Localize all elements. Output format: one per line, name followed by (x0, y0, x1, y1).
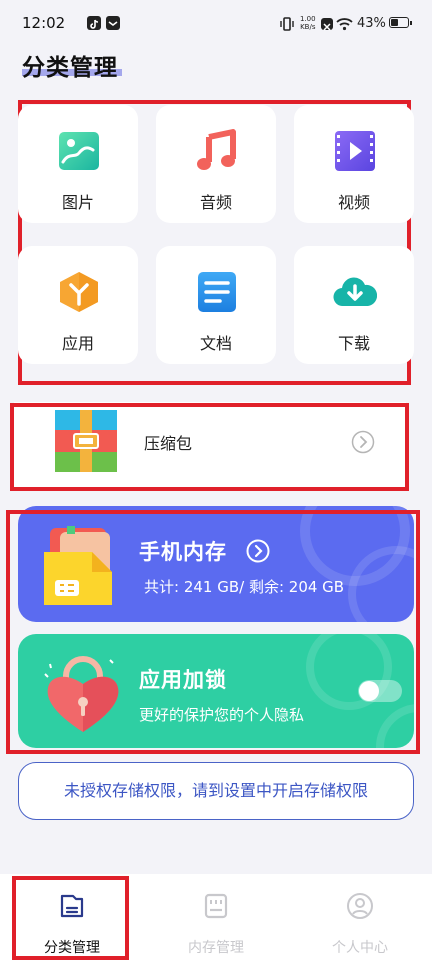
archive-highlight (10, 403, 409, 491)
category-label: 文档 (199, 334, 232, 353)
tab-label: 内存管理 (188, 940, 244, 956)
category-label: 图片 (61, 193, 94, 212)
category-images[interactable]: 图片 (18, 105, 138, 223)
image-icon (59, 132, 99, 170)
battery-icon (389, 17, 412, 28)
network-speed: 1.00 KB/s (300, 15, 316, 31)
battery-percent: 43% (357, 16, 386, 31)
tab-label: 个人中心 (332, 940, 388, 956)
permission-notice-button[interactable]: 未授权存储权限，请到设置中开启存储权限 (18, 762, 414, 820)
category-video[interactable]: 视频 (294, 105, 414, 223)
category-apps[interactable]: 应用 (18, 246, 138, 364)
music-note-icon (197, 129, 236, 170)
video-icon (335, 131, 375, 171)
tiktok-notification-icon (87, 16, 101, 30)
message-notification-icon (106, 16, 120, 30)
category-audio[interactable]: 音频 (156, 105, 276, 223)
wifi-icon (336, 16, 353, 35)
category-downloads[interactable]: 下载 (294, 246, 414, 364)
sim-off-icon (321, 18, 333, 31)
active-tab-highlight (12, 876, 129, 960)
page-title: 分类管理 (22, 55, 118, 81)
user-icon (347, 893, 373, 919)
status-time: 12:02 (22, 14, 66, 32)
tab-memory-management[interactable]: 内存管理 (144, 874, 288, 964)
document-icon (198, 272, 236, 312)
category-label: 视频 (337, 193, 370, 212)
category-label: 应用 (61, 334, 94, 353)
category-documents[interactable]: 文档 (156, 246, 276, 364)
vibrate-icon (280, 16, 294, 36)
cloud-download-icon (333, 277, 377, 307)
tab-personal-center[interactable]: 个人中心 (288, 874, 432, 964)
sd-card-icon (204, 893, 228, 919)
status-bar: 12:02 1.00 KB/s 43% (0, 0, 432, 48)
category-label: 音频 (199, 193, 232, 212)
banners-highlight (6, 510, 420, 754)
app-box-icon (60, 272, 98, 312)
category-label: 下载 (337, 334, 370, 353)
